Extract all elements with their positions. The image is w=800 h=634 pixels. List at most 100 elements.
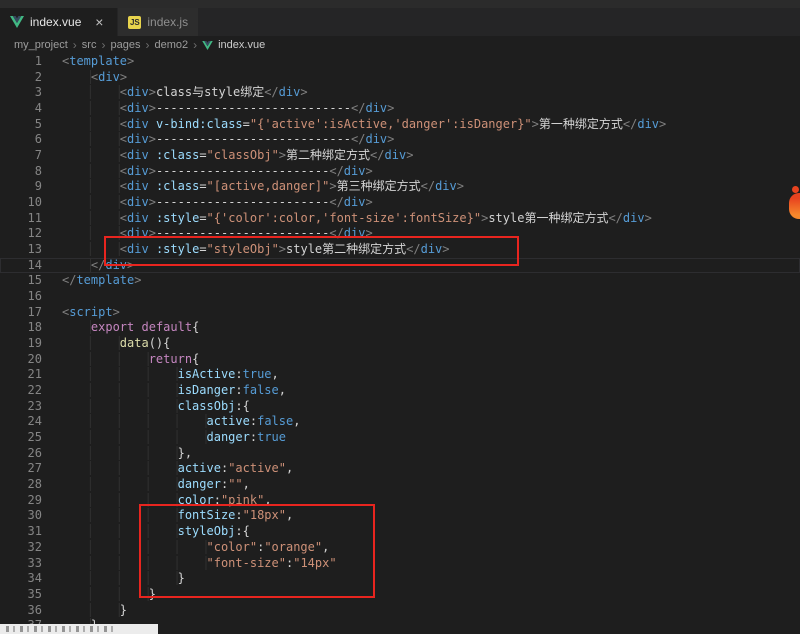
code-line[interactable]: 12 <div>------------------------</div> <box>0 226 800 242</box>
line-number[interactable]: 22 <box>0 383 42 399</box>
code-token: : <box>235 508 242 522</box>
code-line[interactable]: 28 danger:"", <box>0 477 800 493</box>
code-line[interactable]: 33 "font-size":"14px" <box>0 556 800 572</box>
line-content: styleObj:{ <box>42 524 250 540</box>
code-token: "14px" <box>293 556 336 570</box>
tab-index-js[interactable]: JS index.js <box>118 8 199 36</box>
tab-index-vue[interactable]: index.vue × <box>0 8 118 36</box>
line-number[interactable]: 7 <box>0 148 42 164</box>
line-number[interactable]: 2 <box>0 70 42 86</box>
line-number[interactable]: 3 <box>0 85 42 101</box>
code-line[interactable]: 22 isDanger:false, <box>0 383 800 399</box>
line-number[interactable]: 29 <box>0 493 42 509</box>
code-line[interactable]: 19 data(){ <box>0 336 800 352</box>
line-number[interactable]: 12 <box>0 226 42 242</box>
line-number[interactable]: 14 <box>0 258 42 274</box>
line-number[interactable]: 19 <box>0 336 42 352</box>
line-number[interactable]: 16 <box>0 289 42 305</box>
code-line[interactable]: 30 fontSize:"18px", <box>0 508 800 524</box>
code-token: < <box>120 148 127 162</box>
line-number[interactable]: 10 <box>0 195 42 211</box>
code-token <box>149 117 156 131</box>
line-number[interactable]: 5 <box>0 117 42 133</box>
code-line[interactable]: 32 "color":"orange", <box>0 540 800 556</box>
code-line[interactable]: 13 <div :style="styleObj">style第二种绑定方式</… <box>0 242 800 258</box>
line-number[interactable]: 30 <box>0 508 42 524</box>
code-line[interactable]: 24 active:false, <box>0 414 800 430</box>
code-line[interactable]: 8 <div>------------------------</div> <box>0 164 800 180</box>
line-number[interactable]: 18 <box>0 320 42 336</box>
breadcrumb-item-demo2[interactable]: demo2 <box>154 39 188 51</box>
line-content: } <box>42 587 156 603</box>
code-line[interactable]: 35 } <box>0 587 800 603</box>
code-line[interactable]: 29 color:"pink", <box>0 493 800 509</box>
code-line[interactable]: 5 <div v-bind:class="{'active':isActive,… <box>0 117 800 133</box>
line-number[interactable]: 9 <box>0 179 42 195</box>
code-line[interactable]: 10 <div>------------------------</div> <box>0 195 800 211</box>
code-line[interactable]: 34 } <box>0 571 800 587</box>
code-token: </ <box>421 179 435 193</box>
line-number[interactable]: 26 <box>0 446 42 462</box>
code-line[interactable]: 6 <div>---------------------------</div> <box>0 132 800 148</box>
code-line[interactable]: 16 <box>0 289 800 305</box>
code-line[interactable]: 36 } <box>0 603 800 619</box>
line-number[interactable]: 25 <box>0 430 42 446</box>
code-token <box>62 477 178 491</box>
line-number[interactable]: 32 <box>0 540 42 556</box>
code-line[interactable]: 25 danger:true <box>0 430 800 446</box>
breadcrumb-item-pages[interactable]: pages <box>110 39 140 51</box>
code-line[interactable]: 1<template> <box>0 54 800 70</box>
line-content: <template> <box>42 54 134 70</box>
code-line[interactable]: 18 export default{ <box>0 320 800 336</box>
line-number[interactable]: 15 <box>0 273 42 289</box>
line-number[interactable]: 34 <box>0 571 42 587</box>
code-token: div <box>435 179 457 193</box>
code-token: > <box>645 211 652 225</box>
code-line[interactable]: 9 <div :class="[active,danger]">第三种绑定方式<… <box>0 179 800 195</box>
code-line[interactable]: 17<script> <box>0 305 800 321</box>
line-number[interactable]: 23 <box>0 399 42 415</box>
line-number[interactable]: 8 <box>0 164 42 180</box>
code-token <box>62 85 120 99</box>
line-content: </div> <box>42 258 134 274</box>
line-number[interactable]: 4 <box>0 101 42 117</box>
breadcrumb-item-src[interactable]: src <box>82 39 97 51</box>
code-line[interactable]: 14 </div> <box>0 258 800 274</box>
code-line[interactable]: 15</template> <box>0 273 800 289</box>
code-line[interactable]: 3 <div>class与style绑定</div> <box>0 85 800 101</box>
line-number[interactable]: 17 <box>0 305 42 321</box>
code-line[interactable]: 11 <div :style="{'color':color,'font-siz… <box>0 211 800 227</box>
line-number[interactable]: 21 <box>0 367 42 383</box>
code-token: </ <box>351 132 365 146</box>
code-line[interactable]: 4 <div>---------------------------</div> <box>0 101 800 117</box>
line-number[interactable]: 13 <box>0 242 42 258</box>
close-icon[interactable]: × <box>91 14 107 30</box>
line-number[interactable]: 31 <box>0 524 42 540</box>
line-number[interactable]: 20 <box>0 352 42 368</box>
line-number[interactable]: 27 <box>0 461 42 477</box>
code-line[interactable]: 20 return{ <box>0 352 800 368</box>
line-number[interactable]: 24 <box>0 414 42 430</box>
line-number[interactable]: 11 <box>0 211 42 227</box>
line-number[interactable]: 1 <box>0 54 42 70</box>
code-line[interactable]: 7 <div :class="classObj">第二种绑定方式</div> <box>0 148 800 164</box>
breadcrumb-file[interactable]: index.vue <box>218 39 265 51</box>
code-line[interactable]: 23 classObj:{ <box>0 399 800 415</box>
vue-logo-icon <box>10 16 24 28</box>
code-line[interactable]: 21 isActive:true, <box>0 367 800 383</box>
line-number[interactable]: 28 <box>0 477 42 493</box>
line-number[interactable]: 33 <box>0 556 42 572</box>
code-token: > <box>149 226 156 240</box>
line-number[interactable]: 35 <box>0 587 42 603</box>
line-content: <div>---------------------------</div> <box>42 132 394 148</box>
code-token <box>62 367 178 381</box>
breadcrumb-item-my-project[interactable]: my_project <box>14 39 68 51</box>
chevron-right-icon: › <box>73 39 77 51</box>
line-number[interactable]: 6 <box>0 132 42 148</box>
code-line[interactable]: 27 active:"active", <box>0 461 800 477</box>
line-number[interactable]: 36 <box>0 603 42 619</box>
code-line[interactable]: 26 }, <box>0 446 800 462</box>
code-line[interactable]: 2 <div> <box>0 70 800 86</box>
code-line[interactable]: 31 styleObj:{ <box>0 524 800 540</box>
code-token: "active" <box>228 461 286 475</box>
